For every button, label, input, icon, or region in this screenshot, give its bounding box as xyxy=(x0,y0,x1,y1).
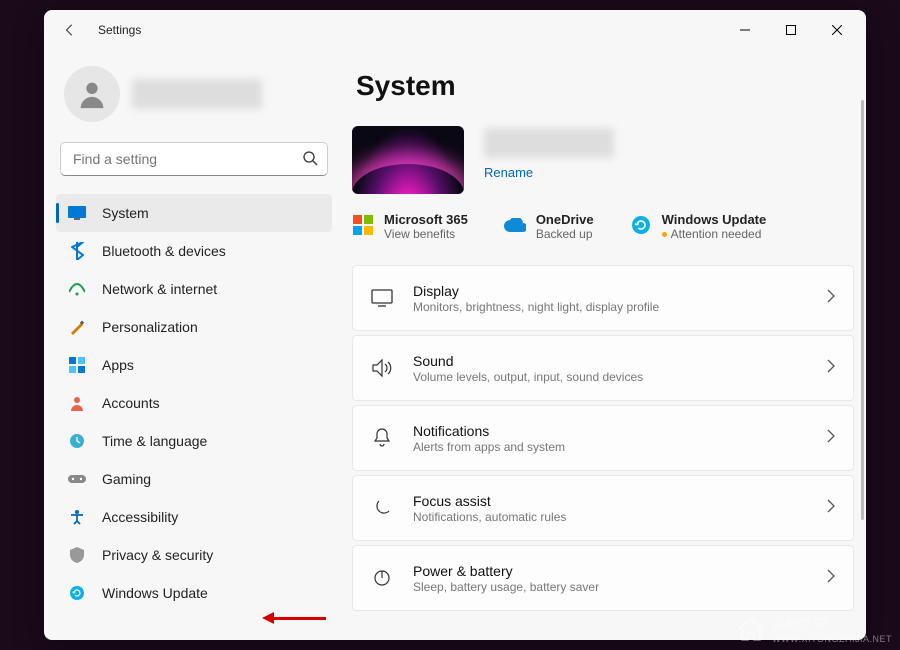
status-microsoft365[interactable]: Microsoft 365 View benefits xyxy=(352,212,468,241)
status-title: Microsoft 365 xyxy=(384,212,468,227)
card-sound[interactable]: SoundVolume levels, output, input, sound… xyxy=(352,335,854,401)
sidebar-item-network[interactable]: Network & internet xyxy=(56,270,332,308)
sidebar-item-label: Accounts xyxy=(102,395,160,411)
nav-list: System Bluetooth & devices Network & int… xyxy=(56,194,332,612)
settings-window: Settings System xyxy=(44,10,866,640)
chevron-right-icon xyxy=(827,289,835,308)
search-icon xyxy=(302,150,318,166)
card-title: Notifications xyxy=(413,423,807,439)
sidebar-item-label: Windows Update xyxy=(102,585,208,601)
avatar xyxy=(64,66,120,122)
sidebar-item-label: Bluetooth & devices xyxy=(102,243,226,259)
device-row: Rename xyxy=(352,126,854,194)
sidebar: System Bluetooth & devices Network & int… xyxy=(44,50,344,640)
system-icon xyxy=(68,204,86,222)
card-sub: Notifications, automatic rules xyxy=(413,510,807,524)
sidebar-item-label: Network & internet xyxy=(102,281,217,297)
card-title: Display xyxy=(413,283,807,299)
card-title: Focus assist xyxy=(413,493,807,509)
chevron-right-icon xyxy=(827,429,835,448)
profile-name xyxy=(132,79,262,109)
card-notifications[interactable]: NotificationsAlerts from apps and system xyxy=(352,405,854,471)
network-icon xyxy=(68,280,86,298)
status-windows-update[interactable]: Windows Update Attention needed xyxy=(630,212,767,241)
sidebar-item-label: System xyxy=(102,205,149,221)
sidebar-item-label: Gaming xyxy=(102,471,151,487)
sidebar-item-label: Accessibility xyxy=(102,509,178,525)
card-display[interactable]: DisplayMonitors, brightness, night light… xyxy=(352,265,854,331)
personalization-icon xyxy=(68,318,86,336)
minimize-button[interactable] xyxy=(722,14,768,46)
sidebar-item-privacy[interactable]: Privacy & security xyxy=(56,536,332,574)
ms365-icon xyxy=(352,214,374,236)
scrollbar[interactable] xyxy=(861,100,864,620)
back-button[interactable] xyxy=(60,20,80,40)
apps-icon xyxy=(68,356,86,374)
card-title: Sound xyxy=(413,353,807,369)
card-sub: Monitors, brightness, night light, displ… xyxy=(413,300,807,314)
privacy-icon xyxy=(68,546,86,564)
device-name xyxy=(484,128,614,158)
accessibility-icon xyxy=(68,508,86,526)
sidebar-item-label: Apps xyxy=(102,357,134,373)
sidebar-item-label: Time & language xyxy=(102,433,207,449)
page-title: System xyxy=(356,70,854,102)
sidebar-item-accessibility[interactable]: Accessibility xyxy=(56,498,332,536)
rename-link[interactable]: Rename xyxy=(484,165,533,180)
settings-list: DisplayMonitors, brightness, night light… xyxy=(352,265,854,611)
sidebar-item-windows-update[interactable]: Windows Update xyxy=(56,574,332,612)
sidebar-item-label: Privacy & security xyxy=(102,547,213,563)
search-input[interactable] xyxy=(60,142,328,176)
sound-icon xyxy=(371,357,393,379)
chevron-right-icon xyxy=(827,359,835,378)
onedrive-icon xyxy=(504,214,526,236)
chevron-right-icon xyxy=(827,569,835,588)
sidebar-item-bluetooth[interactable]: Bluetooth & devices xyxy=(56,232,332,270)
main-panel: System Rename Microsoft 365 View benefit… xyxy=(344,50,866,640)
status-title: Windows Update xyxy=(662,212,767,227)
bluetooth-icon xyxy=(68,242,86,260)
status-row: Microsoft 365 View benefits OneDrive Bac… xyxy=(352,212,854,241)
attention-dot-icon xyxy=(662,232,667,237)
close-button[interactable] xyxy=(814,14,860,46)
status-onedrive[interactable]: OneDrive Backed up xyxy=(504,212,594,241)
card-sub: Sleep, battery usage, battery saver xyxy=(413,580,807,594)
accounts-icon xyxy=(68,394,86,412)
wallpaper-preview[interactable] xyxy=(352,126,464,194)
sidebar-item-apps[interactable]: Apps xyxy=(56,346,332,384)
card-title: Power & battery xyxy=(413,563,807,579)
sidebar-item-personalization[interactable]: Personalization xyxy=(56,308,332,346)
card-sub: Volume levels, output, input, sound devi… xyxy=(413,370,807,384)
window-controls xyxy=(722,14,860,46)
chevron-right-icon xyxy=(827,499,835,518)
gaming-icon xyxy=(68,470,86,488)
card-sub: Alerts from apps and system xyxy=(413,440,807,454)
sidebar-item-gaming[interactable]: Gaming xyxy=(56,460,332,498)
update-icon xyxy=(68,584,86,602)
status-title: OneDrive xyxy=(536,212,594,227)
watermark-text: 系统之家 xyxy=(772,614,892,634)
status-sub: Attention needed xyxy=(662,227,767,241)
update-status-icon xyxy=(630,214,652,236)
sidebar-item-time[interactable]: Time & language xyxy=(56,422,332,460)
watermark-url: WWW.XITONGZHIJIA.NET xyxy=(772,634,892,644)
time-icon xyxy=(68,432,86,450)
display-icon xyxy=(371,287,393,309)
sidebar-item-accounts[interactable]: Accounts xyxy=(56,384,332,422)
card-power-battery[interactable]: Power & batterySleep, battery usage, bat… xyxy=(352,545,854,611)
sidebar-item-system[interactable]: System xyxy=(56,194,332,232)
sidebar-item-label: Personalization xyxy=(102,319,198,335)
search-box[interactable] xyxy=(60,142,328,176)
app-title: Settings xyxy=(98,23,141,37)
profile-section[interactable] xyxy=(56,50,332,142)
focus-icon xyxy=(371,497,393,519)
status-sub: View benefits xyxy=(384,227,468,241)
power-icon xyxy=(371,567,393,589)
maximize-button[interactable] xyxy=(768,14,814,46)
notifications-icon xyxy=(371,427,393,449)
titlebar: Settings xyxy=(44,10,866,50)
watermark: 系统之家 WWW.XITONGZHIJIA.NET xyxy=(736,614,892,644)
status-sub: Backed up xyxy=(536,227,594,241)
card-focus-assist[interactable]: Focus assistNotifications, automatic rul… xyxy=(352,475,854,541)
